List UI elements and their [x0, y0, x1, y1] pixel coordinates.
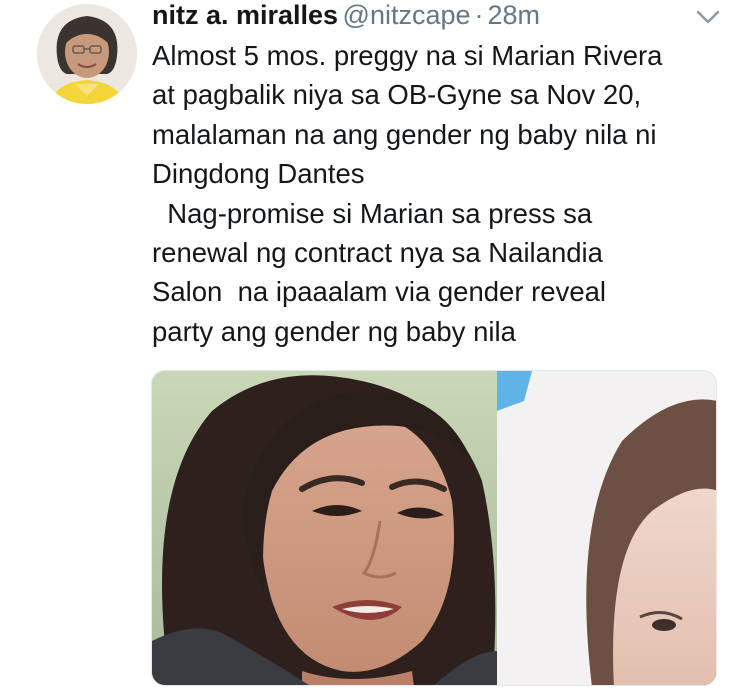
tweet-text: Almost 5 mos. preggy na si Marian Rivera… [152, 40, 663, 347]
tweet-card[interactable]: nitz a. miralles @nitzcape · 28m Almost 5 … [0, 0, 750, 700]
user-handle[interactable]: @nitzcape [343, 0, 471, 30]
avatar[interactable] [37, 4, 137, 104]
attached-photo-icon [152, 371, 716, 685]
timestamp[interactable]: 28m [488, 0, 541, 30]
more-options-button[interactable] [694, 6, 722, 28]
profile-photo-icon [37, 4, 137, 104]
tweet-header: nitz a. miralles @nitzcape · 28m [152, 0, 732, 36]
separator-dot: · [474, 0, 484, 30]
tweet-media[interactable] [151, 370, 717, 686]
display-name[interactable]: nitz a. miralles [152, 0, 338, 30]
chevron-down-icon [696, 10, 720, 24]
